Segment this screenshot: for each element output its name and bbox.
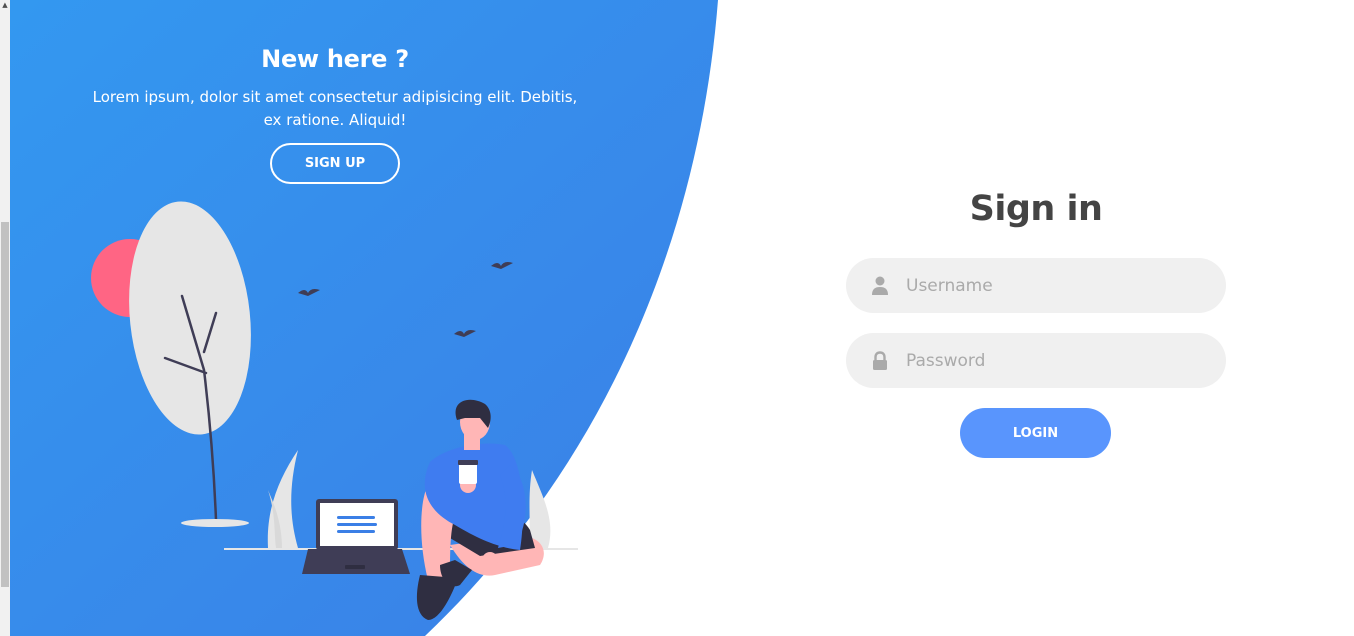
laptop-shape	[302, 499, 410, 574]
password-input[interactable]	[906, 333, 1206, 388]
login-button[interactable]: LOGIN	[960, 408, 1111, 458]
password-field[interactable]	[846, 333, 1226, 388]
page-scrollbar[interactable]: ▲	[0, 0, 10, 636]
signup-button[interactable]: SIGN UP	[270, 143, 400, 184]
user-icon	[872, 276, 888, 295]
lock-icon	[873, 351, 887, 370]
scroll-up-arrow-icon[interactable]: ▲	[0, 0, 10, 10]
panel-description: Lorem ipsum, dolor sit amet consectetur …	[92, 88, 578, 129]
username-field[interactable]	[846, 258, 1226, 313]
scrollbar-thumb[interactable]	[1, 222, 9, 587]
panel-heading: New here ?	[261, 45, 409, 73]
username-input[interactable]	[906, 258, 1206, 313]
signin-title: Sign in	[969, 189, 1103, 229]
